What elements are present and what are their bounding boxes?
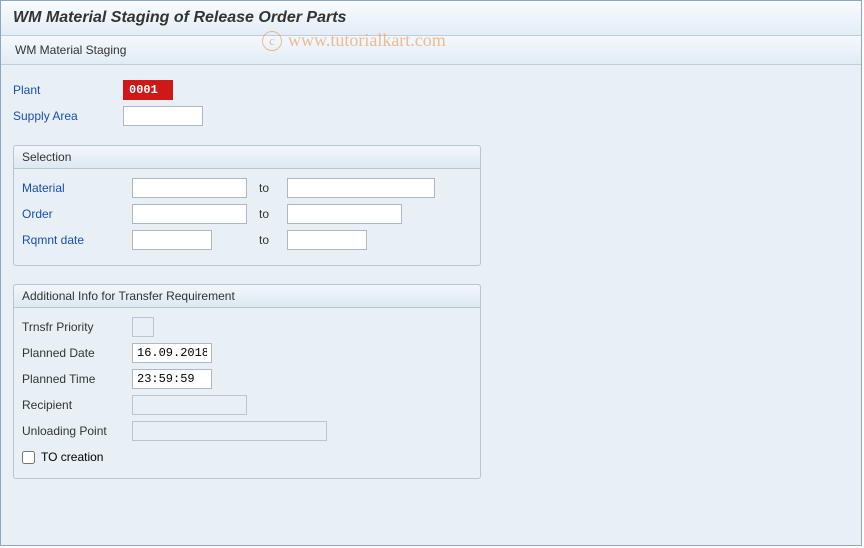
supply-area-input[interactable]: [123, 106, 203, 126]
order-to-input[interactable]: [287, 204, 402, 224]
additional-info-title: Additional Info for Transfer Requirement: [14, 285, 480, 308]
order-to-label: to: [247, 207, 287, 221]
planned-time-input[interactable]: [132, 369, 212, 389]
material-from-input[interactable]: [132, 178, 247, 198]
unloading-point-label: Unloading Point: [22, 424, 132, 438]
selection-group: Selection Material to Order to Rqmnt dat…: [13, 145, 481, 266]
supply-area-label[interactable]: Supply Area: [13, 109, 123, 123]
content-area: Plant Supply Area Selection Material to …: [1, 65, 861, 493]
additional-info-group: Additional Info for Transfer Requirement…: [13, 284, 481, 479]
planned-date-label: Planned Date: [22, 346, 132, 360]
recipient-label: Recipient: [22, 398, 132, 412]
to-creation-checkbox[interactable]: [22, 451, 35, 464]
plant-input[interactable]: [123, 80, 173, 100]
plant-label[interactable]: Plant: [13, 83, 123, 97]
transfer-priority-input: [132, 317, 154, 337]
transfer-priority-label: Trnsfr Priority: [22, 320, 132, 334]
recipient-input: [132, 395, 247, 415]
to-creation-label: TO creation: [41, 450, 103, 464]
planned-time-label: Planned Time: [22, 372, 132, 386]
app-window: WM Material Staging of Release Order Par…: [0, 0, 862, 546]
order-from-input[interactable]: [132, 204, 247, 224]
material-to-label: to: [247, 181, 287, 195]
order-label[interactable]: Order: [22, 207, 132, 221]
rqmnt-date-label[interactable]: Rqmnt date: [22, 233, 132, 247]
wm-material-staging-button[interactable]: WM Material Staging: [15, 43, 126, 57]
selection-title: Selection: [14, 146, 480, 169]
rqmnt-from-input[interactable]: [132, 230, 212, 250]
planned-date-input[interactable]: [132, 343, 212, 363]
toolbar: WM Material Staging: [1, 36, 861, 65]
material-label[interactable]: Material: [22, 181, 132, 195]
rqmnt-to-label: to: [247, 233, 287, 247]
page-title: WM Material Staging of Release Order Par…: [1, 1, 861, 36]
material-to-input[interactable]: [287, 178, 435, 198]
rqmnt-to-input[interactable]: [287, 230, 367, 250]
unloading-point-input: [132, 421, 327, 441]
